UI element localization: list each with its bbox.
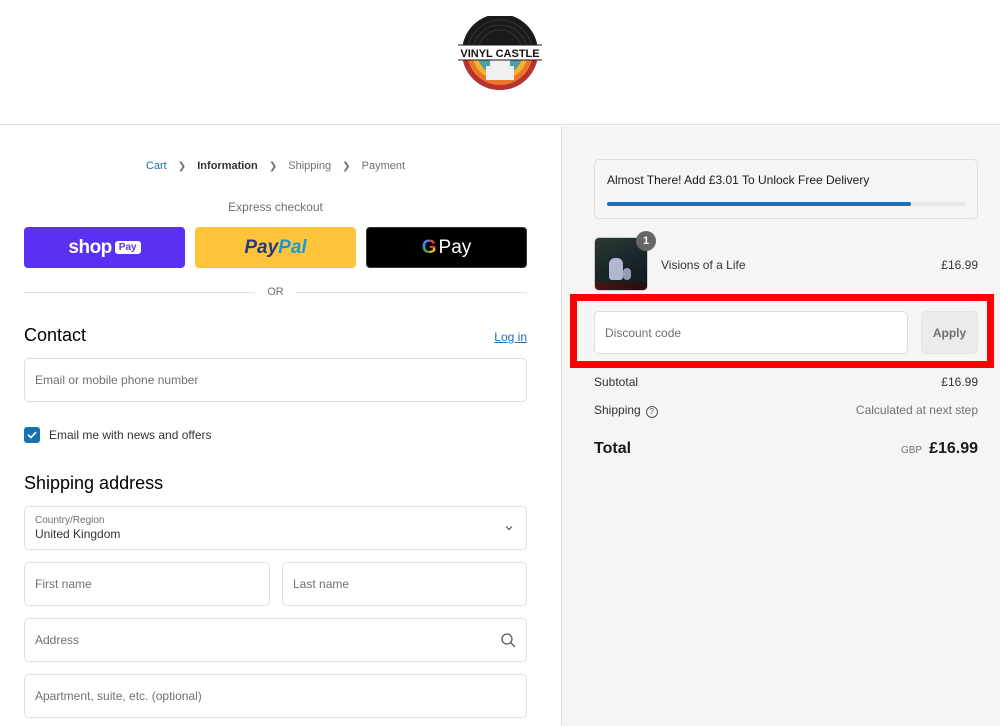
vinyl-castle-logo[interactable]: VINYL CASTLE <box>456 16 544 92</box>
paypal-logo-part2: Pal <box>278 236 307 258</box>
free-delivery-message: Almost There! Add £3.01 To Unlock Free D… <box>607 173 870 187</box>
progress-fill <box>607 202 912 206</box>
google-pay-label: Pay <box>438 236 472 258</box>
chevron-right-icon: ❯ <box>342 161 351 172</box>
subtotal-label: Subtotal <box>594 375 639 389</box>
express-checkout-label: Express checkout <box>228 200 323 214</box>
total-label: Total <box>594 440 632 457</box>
google-pay-button[interactable]: G Pay <box>366 227 527 268</box>
free-delivery-banner: Almost There! Add £3.01 To Unlock Free D… <box>594 159 978 219</box>
country-select[interactable]: Country/Region United Kingdom <box>24 506 527 550</box>
total-row: Total GBP £16.99 <box>594 440 978 458</box>
shipping-label: Shipping <box>594 403 641 417</box>
first-name-placeholder: First name <box>35 577 92 591</box>
shipping-value: Calculated at next step <box>855 403 978 417</box>
address-placeholder: Address <box>35 633 80 647</box>
contact-heading: Contact <box>24 325 87 345</box>
logo-text: VINYL CASTLE <box>460 48 539 60</box>
paypal-logo-part1: Pay <box>244 236 279 258</box>
total-amount: £16.99 <box>929 440 978 457</box>
subtotal-value: £16.99 <box>941 375 978 389</box>
first-name-field[interactable]: First name <box>24 562 270 606</box>
newsletter-label: Email me with news and offers <box>49 428 212 442</box>
subtotal-row: Subtotal £16.99 <box>594 375 978 389</box>
breadcrumb-shipping: Shipping <box>288 160 332 172</box>
or-divider: OR <box>24 284 527 300</box>
chevron-right-icon: ❯ <box>268 161 278 172</box>
product-name: Visions of a Life <box>661 258 746 272</box>
login-link[interactable]: Log in <box>494 330 527 344</box>
shop-pay-button[interactable]: shop Pay <box>24 227 185 268</box>
google-g-icon: G <box>421 236 437 258</box>
product-price: £16.99 <box>941 258 978 272</box>
apartment-placeholder: Apartment, suite, etc. (optional) <box>35 689 202 703</box>
total-value-group: GBP £16.99 <box>901 440 978 458</box>
chevron-right-icon: ❯ <box>177 161 187 172</box>
apply-discount-button[interactable]: Apply <box>921 311 978 354</box>
thumbnail-figure <box>609 258 623 280</box>
shop-pay-logo: shop <box>68 236 112 258</box>
free-delivery-progress-bar <box>607 202 965 206</box>
apartment-field[interactable]: Apartment, suite, etc. (optional) <box>24 674 527 718</box>
country-value: United Kingdom <box>35 527 121 541</box>
shipping-row: Shipping? Calculated at next step <box>594 403 978 418</box>
discount-code-input[interactable]: Discount code <box>594 311 908 354</box>
newsletter-checkbox[interactable] <box>24 427 40 443</box>
order-summary-panel: Almost There! Add £3.01 To Unlock Free D… <box>561 126 1000 726</box>
divider-line <box>24 291 256 293</box>
thumbnail-figure-small <box>623 268 631 280</box>
checkout-form-panel: Cart ❯ Information ❯ Shipping ❯ Payment … <box>0 126 561 726</box>
last-name-placeholder: Last name <box>293 577 350 591</box>
chevron-down-icon <box>505 526 513 531</box>
breadcrumb: Cart ❯ Information ❯ Shipping ❯ Payment <box>0 160 551 172</box>
breadcrumb-cart[interactable]: Cart <box>146 160 167 172</box>
discount-code-placeholder: Discount code <box>605 325 682 340</box>
checkmark-icon <box>27 431 37 439</box>
or-label: OR <box>267 286 284 298</box>
breadcrumb-information: Information <box>197 160 258 172</box>
cart-line-item: 1 Visions of a Life £16.99 <box>594 231 978 291</box>
currency-code: GBP <box>900 445 923 456</box>
country-label: Country/Region <box>35 515 105 526</box>
newsletter-option[interactable]: Email me with news and offers <box>24 427 212 443</box>
breadcrumb-payment: Payment <box>361 160 406 172</box>
divider-line <box>295 291 527 293</box>
help-icon[interactable]: ? <box>645 406 658 418</box>
site-header: VINYL CASTLE <box>0 0 1000 125</box>
email-placeholder: Email or mobile phone number <box>35 373 199 387</box>
paypal-button[interactable]: Pay Pal <box>195 227 356 268</box>
quantity-badge: 1 <box>636 231 656 251</box>
search-icon <box>501 633 516 648</box>
email-field[interactable]: Email or mobile phone number <box>24 358 527 402</box>
shop-pay-badge: Pay <box>114 241 141 254</box>
thumbnail-accent <box>595 282 647 290</box>
shipping-address-heading: Shipping address <box>24 473 164 493</box>
last-name-field[interactable]: Last name <box>282 562 527 606</box>
address-field[interactable]: Address <box>24 618 527 662</box>
